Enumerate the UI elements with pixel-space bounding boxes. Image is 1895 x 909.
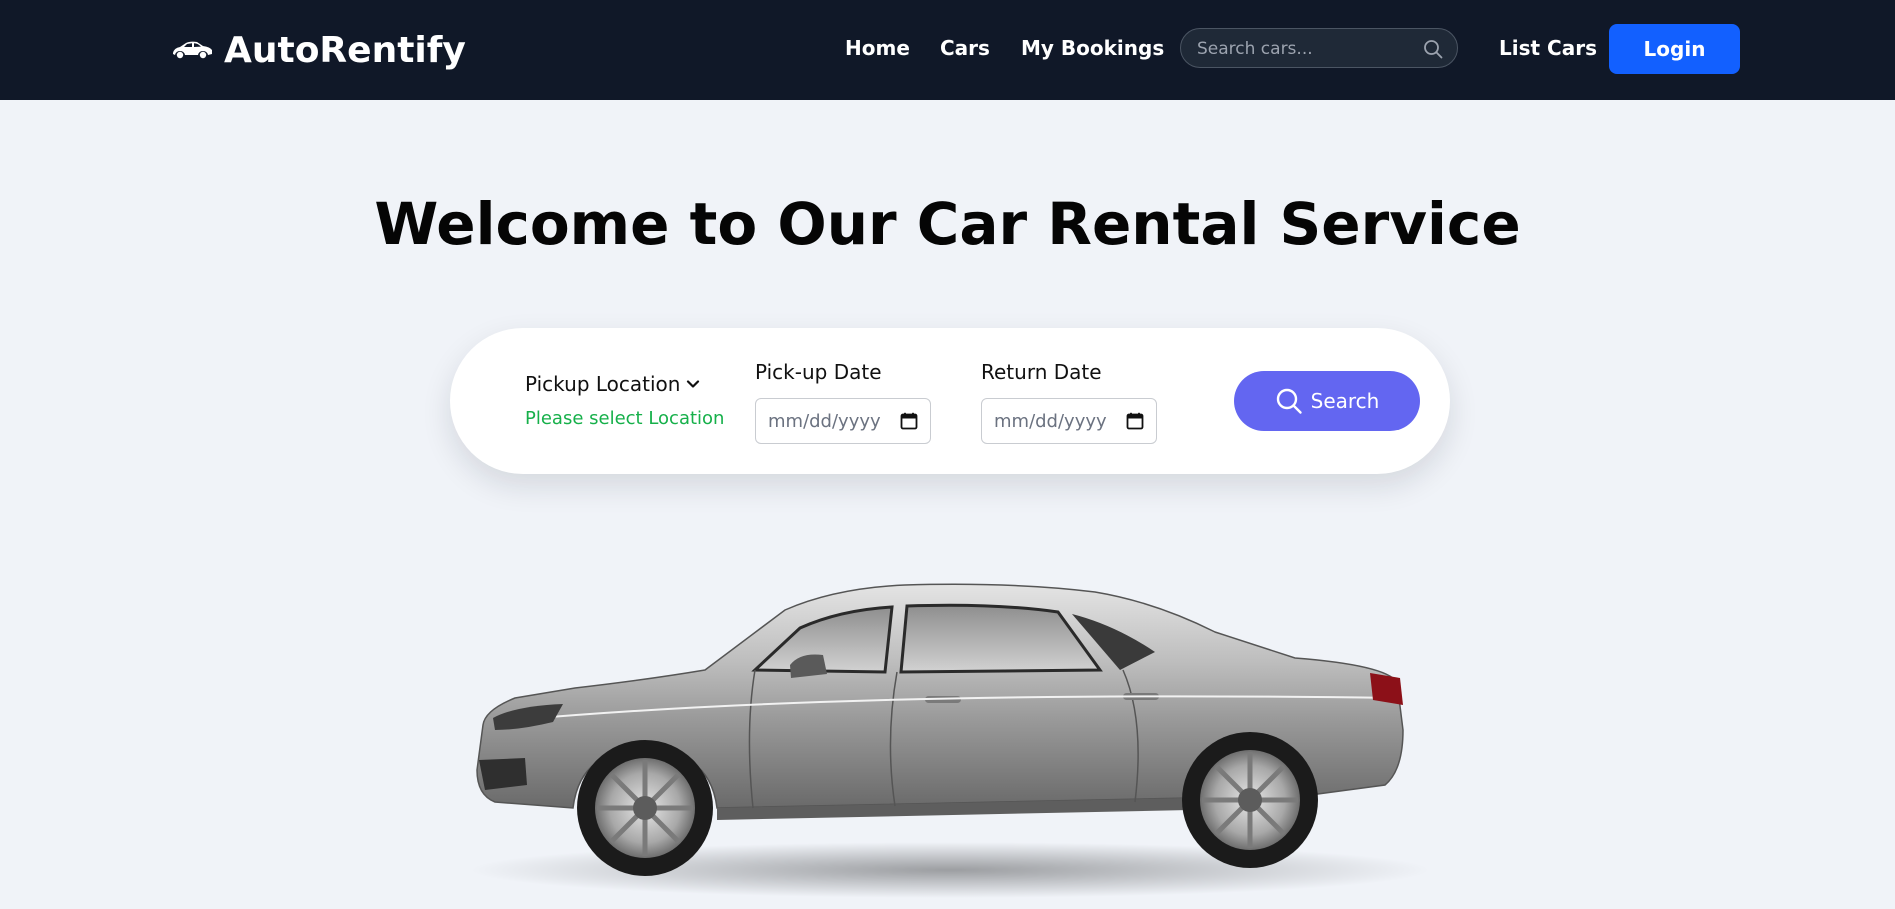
search-button[interactable]: Search (1234, 371, 1420, 431)
navbar: AutoRentify Home Cars My Bookings List C… (0, 0, 1895, 100)
brand-name: AutoRentify (224, 29, 466, 71)
pickup-date-input[interactable]: mm/dd/yyyy (755, 398, 931, 444)
nav-home[interactable]: Home (845, 36, 910, 60)
car-icon (173, 41, 212, 59)
brand-logo[interactable]: AutoRentify (170, 26, 466, 74)
calendar-icon[interactable] (1126, 412, 1144, 430)
page-title: Welcome to Our Car Rental Service (374, 190, 1521, 258)
nav-search (1180, 28, 1458, 69)
search-icon[interactable] (1423, 39, 1443, 59)
pickup-location-label: Pickup Location (525, 372, 681, 396)
calendar-icon[interactable] (900, 412, 918, 430)
pickup-location-hint: Please select Location (525, 408, 725, 429)
return-date-placeholder: mm/dd/yyyy (994, 410, 1107, 432)
pickup-location-dropdown[interactable]: Pickup Location (525, 372, 700, 396)
pickup-date-label: Pick-up Date (755, 360, 882, 384)
return-date-input[interactable]: mm/dd/yyyy (981, 398, 1157, 444)
search-input[interactable] (1195, 29, 1419, 69)
nav-cars[interactable]: Cars (940, 36, 990, 60)
nav-list-cars[interactable]: List Cars (1499, 36, 1597, 60)
login-button[interactable]: Login (1609, 24, 1740, 74)
return-date-label: Return Date (981, 360, 1102, 384)
nav-my-bookings[interactable]: My Bookings (1021, 36, 1164, 60)
search-button-label: Search (1310, 389, 1380, 413)
booking-search-panel: Pickup Location Please select Location P… (450, 328, 1450, 474)
pickup-date-placeholder: mm/dd/yyyy (768, 410, 881, 432)
search-icon (1276, 388, 1302, 414)
chevron-down-icon (687, 380, 700, 388)
silver-sedan-image (455, 570, 1445, 905)
